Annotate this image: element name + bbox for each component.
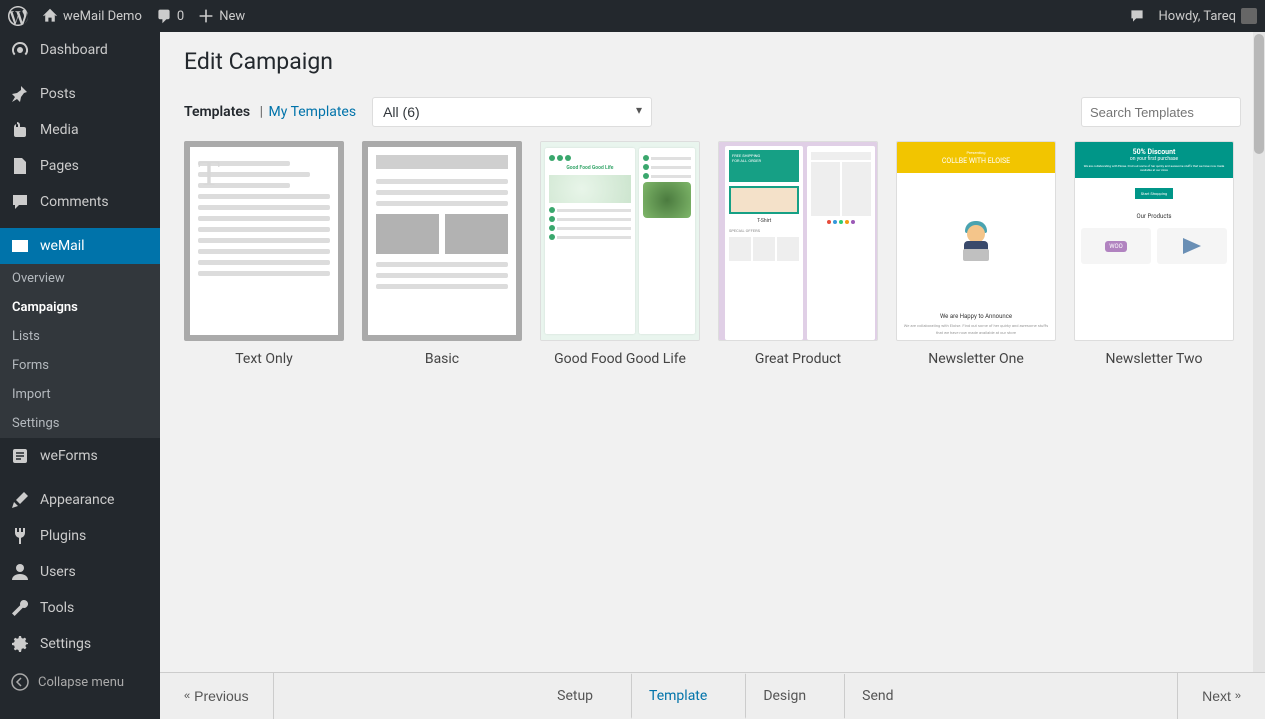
- step-send[interactable]: Send: [834, 673, 921, 719]
- search-input[interactable]: [1081, 97, 1241, 127]
- template-title: Newsletter Two: [1074, 351, 1234, 367]
- mail-icon: [10, 236, 30, 256]
- collapse-label: Collapse menu: [38, 675, 124, 690]
- submenu-item-overview[interactable]: Overview: [0, 264, 160, 293]
- filter-select[interactable]: All (6): [372, 97, 652, 127]
- chevron-left-icon: «: [184, 690, 190, 702]
- template-card-text-only[interactable]: TText Only: [184, 141, 344, 367]
- sidebar-item-label: Posts: [40, 86, 150, 102]
- dashboard-icon: [10, 40, 30, 60]
- tab-templates[interactable]: Templates: [184, 104, 250, 120]
- wrench-icon: [10, 598, 30, 618]
- greeting-text: Howdy, Tareq: [1159, 9, 1236, 24]
- comments-count: 0: [177, 9, 184, 24]
- sidebar-item-label: Dashboard: [40, 42, 150, 58]
- sidebar-item-label: Settings: [40, 636, 150, 652]
- template-title: Great Product: [718, 351, 878, 367]
- brush-icon: [10, 490, 30, 510]
- sidebar-item-plugins[interactable]: Plugins: [0, 518, 160, 554]
- template-card-great-product[interactable]: FREE SHIPPINGFOR ALL ORDERT-ShirtSPECIAL…: [718, 141, 878, 367]
- template-card-newsletter-two[interactable]: 50% Discounton your first purchaseWe are…: [1074, 141, 1234, 367]
- sidebar-item-label: Comments: [40, 194, 150, 210]
- template-tabs: Templates | My Templates: [184, 104, 356, 120]
- previous-button[interactable]: « Previous: [160, 673, 274, 719]
- sidebar-item-dashboard[interactable]: Dashboard: [0, 32, 160, 68]
- wp-logo[interactable]: [8, 6, 28, 26]
- next-button[interactable]: Next »: [1177, 673, 1265, 719]
- plug-icon: [10, 526, 30, 546]
- submenu-item-settings[interactable]: Settings: [0, 409, 160, 438]
- notification-icon-link[interactable]: [1129, 8, 1145, 24]
- main-content: Edit Campaign Templates | My Templates A…: [160, 32, 1265, 719]
- user-icon: [10, 562, 30, 582]
- sidebar-item-label: Appearance: [40, 492, 150, 508]
- sidebar-item-media[interactable]: Media: [0, 112, 160, 148]
- plus-icon: [198, 8, 214, 24]
- pin-icon: [10, 84, 30, 104]
- user-greeting[interactable]: Howdy, Tareq: [1159, 8, 1257, 24]
- collapse-menu[interactable]: Collapse menu: [0, 662, 160, 702]
- step-template[interactable]: Template: [621, 673, 735, 719]
- sidebar-item-pages[interactable]: Pages: [0, 148, 160, 184]
- template-title: Good Food Good Life: [540, 351, 700, 367]
- sidebar-submenu: OverviewCampaignsListsFormsImportSetting…: [0, 264, 160, 438]
- filter-select-wrap: All (6): [372, 97, 652, 127]
- template-card-basic[interactable]: Basic: [362, 141, 522, 367]
- sidebar-item-users[interactable]: Users: [0, 554, 160, 590]
- avatar: [1241, 8, 1257, 24]
- template-card-good-food-good-life[interactable]: Good Food Good LifeGood Food Good Life: [540, 141, 700, 367]
- wordpress-icon: [8, 6, 28, 26]
- sidebar-item-label: Media: [40, 122, 150, 138]
- comment-icon: [10, 192, 30, 212]
- submenu-item-forms[interactable]: Forms: [0, 351, 160, 380]
- step-design[interactable]: Design: [735, 673, 834, 719]
- sidebar-item-settings[interactable]: Settings: [0, 626, 160, 662]
- sidebar-item-tools[interactable]: Tools: [0, 590, 160, 626]
- collapse-icon: [10, 672, 30, 692]
- scrollbar-thumb[interactable]: [1254, 34, 1264, 154]
- new-content-link[interactable]: New: [198, 8, 245, 24]
- page-title: Edit Campaign: [184, 48, 1241, 75]
- sidebar-item-label: Pages: [40, 158, 150, 174]
- gear-icon: [10, 634, 30, 654]
- site-name: weMail Demo: [63, 9, 142, 24]
- speech-icon: [1129, 8, 1145, 24]
- comments-link[interactable]: 0: [156, 8, 184, 24]
- sidebar-item-weforms[interactable]: weForms: [0, 438, 160, 474]
- sidebar-item-wemail[interactable]: weMail: [0, 228, 160, 264]
- sidebar-item-label: Users: [40, 564, 150, 580]
- new-label: New: [219, 9, 245, 24]
- comment-icon: [156, 8, 172, 24]
- templates-grid: TText Only Basic Good Food Good LifeGood F…: [184, 141, 1241, 367]
- admin-bar: weMail Demo 0 New Howdy, Tareq: [0, 0, 1265, 32]
- sidebar-item-comments[interactable]: Comments: [0, 184, 160, 220]
- sidebar-item-label: Tools: [40, 600, 150, 616]
- template-title: Text Only: [184, 351, 344, 367]
- page-icon: [10, 156, 30, 176]
- sidebar-item-label: Plugins: [40, 528, 150, 544]
- sidebar-item-appearance[interactable]: Appearance: [0, 482, 160, 518]
- sidebar-item-posts[interactable]: Posts: [0, 76, 160, 112]
- submenu-item-campaigns[interactable]: Campaigns: [0, 293, 160, 322]
- step-setup[interactable]: Setup: [529, 673, 621, 719]
- sidebar-item-label: weForms: [40, 448, 150, 464]
- template-card-newsletter-one[interactable]: PresentingCOLLBE WITH ELOISEWe are Happy…: [896, 141, 1056, 367]
- media-icon: [10, 120, 30, 140]
- site-name-link[interactable]: weMail Demo: [42, 8, 142, 24]
- home-icon: [42, 8, 58, 24]
- submenu-item-import[interactable]: Import: [0, 380, 160, 409]
- scrollbar-track: [1253, 32, 1265, 672]
- submenu-item-lists[interactable]: Lists: [0, 322, 160, 351]
- template-title: Basic: [362, 351, 522, 367]
- tab-separator: |: [260, 104, 263, 120]
- admin-sidebar: Dashboard Posts Media Pages Comments weMail Ov…: [0, 32, 160, 719]
- sidebar-item-label: weMail: [40, 238, 150, 254]
- tab-my-templates[interactable]: My Templates: [269, 104, 357, 120]
- search-box: [1081, 97, 1241, 127]
- forms-icon: [10, 446, 30, 466]
- chevron-right-icon: »: [1235, 690, 1241, 702]
- campaign-stepper: « Previous SetupTemplateDesignSend Next …: [160, 672, 1265, 719]
- template-title: Newsletter One: [896, 351, 1056, 367]
